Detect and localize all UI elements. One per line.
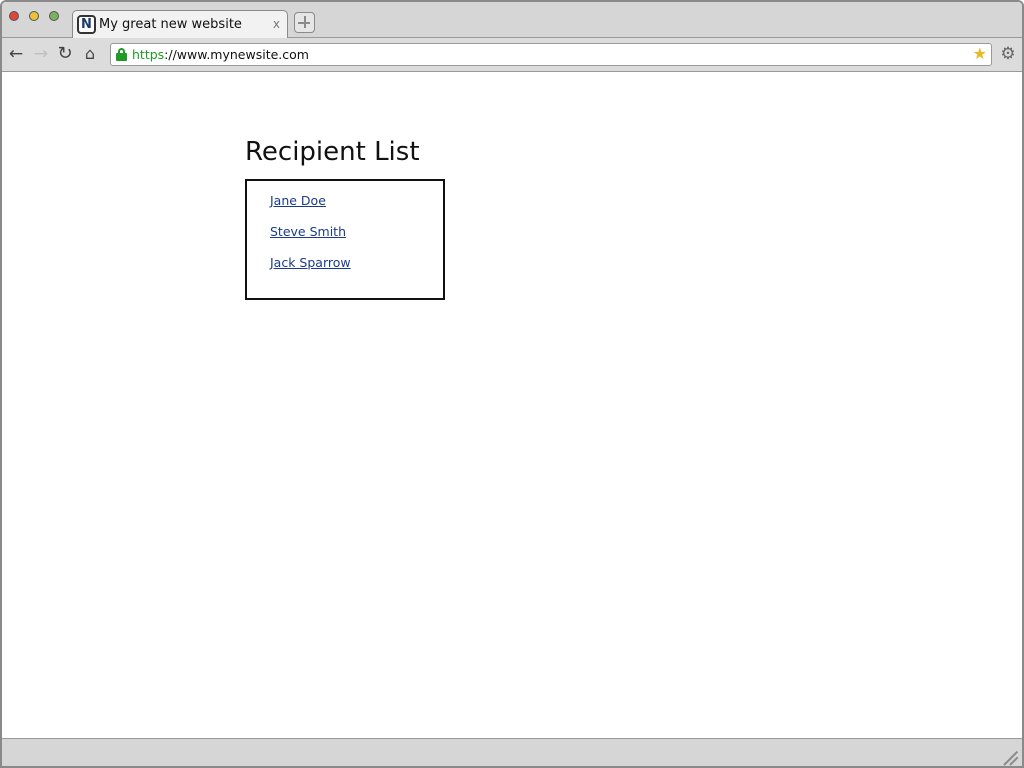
url-text[interactable]: https://www.mynewsite.com	[132, 47, 309, 62]
home-icon[interactable]: ⌂	[80, 44, 100, 64]
lock-icon	[116, 48, 127, 61]
tab-close-icon[interactable]: x	[273, 17, 280, 31]
tab-title: My great new website	[99, 17, 242, 32]
recipient-link[interactable]: Jack Sparrow	[270, 255, 351, 270]
url-scheme: https	[132, 47, 165, 62]
new-tab-icon[interactable]	[294, 12, 315, 33]
recipient-list: Jane Doe Steve Smith Jack Sparrow	[245, 179, 445, 300]
status-bar	[2, 738, 1022, 766]
browser-tab[interactable]: N My great new website x	[72, 10, 288, 39]
tab-strip: N My great new website x	[2, 2, 1022, 39]
browser-toolbar: ← → ↻ ⌂ https://www.mynewsite.com ★ ⚙	[2, 38, 1022, 72]
url-host: ://www.mynewsite.com	[164, 47, 309, 62]
bookmark-star-icon[interactable]: ★	[973, 45, 987, 63]
window-close-icon[interactable]	[9, 11, 19, 21]
window-minimize-icon[interactable]	[29, 11, 39, 21]
resize-grip-icon[interactable]	[1003, 749, 1019, 766]
site-favicon-icon: N	[77, 15, 96, 34]
page-title: Recipient List	[245, 137, 420, 167]
settings-gear-icon[interactable]: ⚙	[998, 44, 1018, 64]
forward-arrow-icon[interactable]: →	[31, 44, 51, 64]
recipient-link[interactable]: Jane Doe	[270, 193, 326, 208]
page-content: Recipient List Jane Doe Steve Smith Jack…	[2, 73, 1022, 738]
back-arrow-icon[interactable]: ←	[6, 44, 26, 64]
address-bar[interactable]: https://www.mynewsite.com ★	[110, 43, 992, 66]
window-maximize-icon[interactable]	[49, 11, 59, 21]
recipient-link[interactable]: Steve Smith	[270, 224, 346, 239]
reload-icon[interactable]: ↻	[55, 44, 75, 64]
browser-window: N My great new website x ← → ↻ ⌂ https:/…	[0, 0, 1024, 768]
